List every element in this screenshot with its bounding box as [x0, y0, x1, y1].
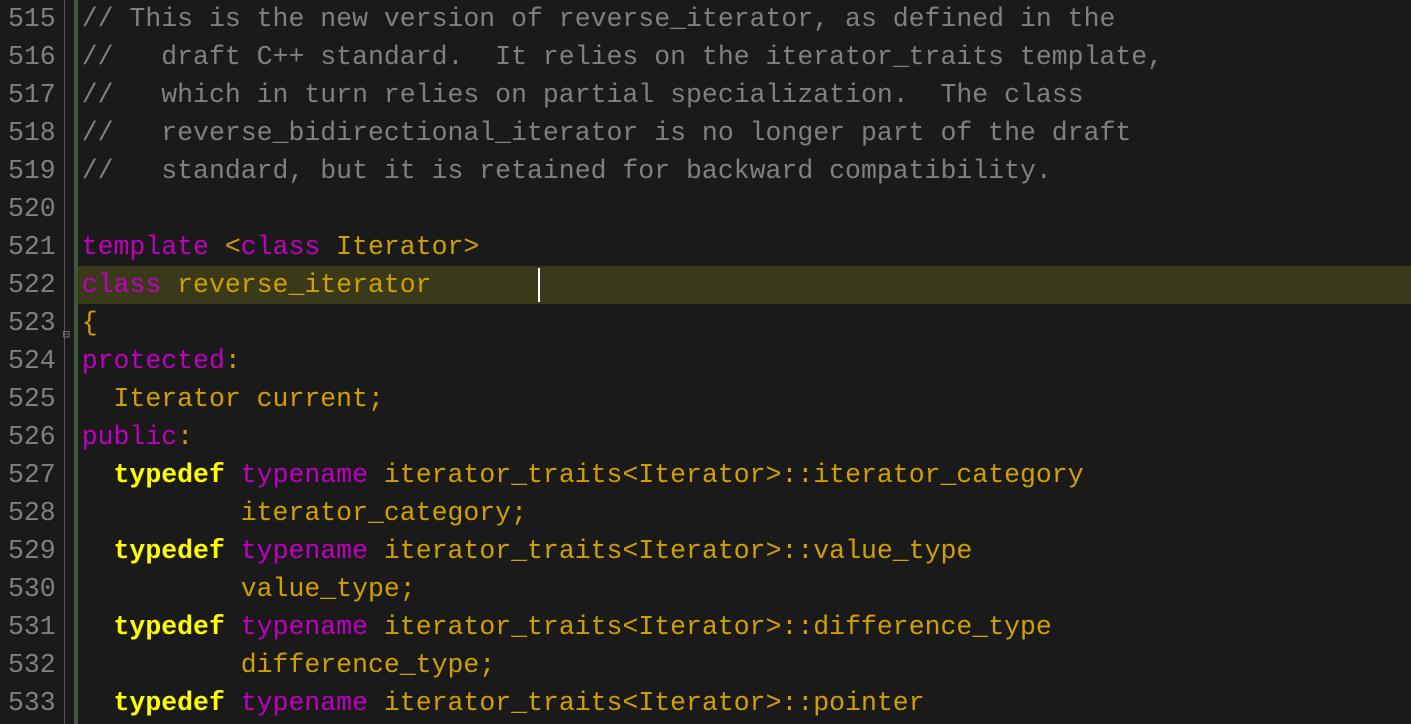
- code-token: [82, 688, 114, 718]
- line-number: 528: [8, 494, 56, 532]
- code-token: typename: [241, 460, 368, 490]
- code-token: class: [82, 270, 162, 300]
- line-number: 530: [8, 570, 56, 608]
- code-line[interactable]: typedef typename iterator_traits<Iterato…: [78, 532, 1411, 570]
- code-token: [225, 688, 241, 718]
- code-line[interactable]: Iterator current;: [78, 380, 1411, 418]
- code-token: typedef: [114, 612, 225, 642]
- code-token: difference_type;: [82, 650, 495, 680]
- code-token: public: [82, 422, 177, 452]
- code-token: iterator_traits<Iterator>::value_type: [368, 536, 972, 566]
- code-line[interactable]: class reverse_iterator: [78, 266, 1411, 304]
- code-area[interactable]: // This is the new version of reverse_it…: [78, 0, 1411, 724]
- code-token: typename: [241, 688, 368, 718]
- code-token: typedef: [114, 536, 225, 566]
- line-number: 533: [8, 684, 56, 722]
- line-number: 525: [8, 380, 56, 418]
- code-token: [225, 536, 241, 566]
- code-line[interactable]: template <class Iterator>: [78, 228, 1411, 266]
- text-caret: [538, 268, 540, 302]
- code-line[interactable]: typedef typename iterator_traits<Iterato…: [78, 456, 1411, 494]
- code-token: reverse_iterator: [161, 270, 447, 300]
- code-token: template: [82, 232, 209, 262]
- line-number: 516: [8, 38, 56, 76]
- code-token: typename: [241, 536, 368, 566]
- code-line[interactable]: // which in turn relies on partial speci…: [78, 76, 1411, 114]
- code-line[interactable]: [78, 190, 1411, 228]
- code-line[interactable]: // This is the new version of reverse_it…: [78, 0, 1411, 38]
- code-line[interactable]: // reverse_bidirectional_iterator is no …: [78, 114, 1411, 152]
- code-token: [225, 460, 241, 490]
- code-token: typedef: [114, 460, 225, 490]
- code-line[interactable]: protected:: [78, 342, 1411, 380]
- code-token: Iterator>: [320, 232, 479, 262]
- line-number: 532: [8, 646, 56, 684]
- line-number: 522: [8, 266, 56, 304]
- code-line[interactable]: {: [78, 304, 1411, 342]
- code-token: :: [225, 346, 241, 376]
- code-token: [82, 460, 114, 490]
- line-number: 520: [8, 190, 56, 228]
- code-line[interactable]: public:: [78, 418, 1411, 456]
- code-token: // which in turn relies on partial speci…: [82, 80, 1084, 110]
- code-line[interactable]: difference_type;: [78, 646, 1411, 684]
- line-number: 521: [8, 228, 56, 266]
- line-number: 526: [8, 418, 56, 456]
- code-line[interactable]: // standard, but it is retained for back…: [78, 152, 1411, 190]
- line-number: 524: [8, 342, 56, 380]
- code-token: Iterator current;: [82, 384, 384, 414]
- code-line[interactable]: value_type;: [78, 570, 1411, 608]
- line-number: 527: [8, 456, 56, 494]
- fold-toggle-icon[interactable]: ⊟: [63, 316, 77, 330]
- code-token: typename: [241, 612, 368, 642]
- code-token: class: [241, 232, 321, 262]
- fold-column[interactable]: ⊟: [64, 0, 74, 724]
- line-number: 519: [8, 152, 56, 190]
- code-token: :: [177, 422, 193, 452]
- line-number: 529: [8, 532, 56, 570]
- code-line[interactable]: iterator_category;: [78, 494, 1411, 532]
- line-number: 531: [8, 608, 56, 646]
- code-token: typedef: [114, 688, 225, 718]
- code-token: iterator_traits<Iterator>::iterator_cate…: [368, 460, 1084, 490]
- code-token: iterator_category;: [82, 498, 527, 528]
- code-token: <: [209, 232, 241, 262]
- code-token: [82, 612, 114, 642]
- line-number: 517: [8, 76, 56, 114]
- code-token: value_type;: [82, 574, 416, 604]
- code-token: // standard, but it is retained for back…: [82, 156, 1052, 186]
- code-line[interactable]: typedef typename iterator_traits<Iterato…: [78, 608, 1411, 646]
- code-token: [225, 612, 241, 642]
- code-token: iterator_traits<Iterator>::pointer: [368, 688, 925, 718]
- code-token: iterator_traits<Iterator>::difference_ty…: [368, 612, 1052, 642]
- code-token: {: [82, 308, 98, 338]
- line-number: 518: [8, 114, 56, 152]
- code-token: protected: [82, 346, 225, 376]
- code-token: [82, 536, 114, 566]
- line-number: 515: [8, 0, 56, 38]
- code-token: // This is the new version of reverse_it…: [82, 4, 1116, 34]
- line-number-gutter: 5155165175185195205215225235245255265275…: [0, 0, 64, 724]
- code-token: // draft C++ standard. It relies on the …: [82, 42, 1163, 72]
- code-editor: 5155165175185195205215225235245255265275…: [0, 0, 1411, 724]
- code-line[interactable]: // draft C++ standard. It relies on the …: [78, 38, 1411, 76]
- code-line[interactable]: typedef typename iterator_traits<Iterato…: [78, 684, 1411, 722]
- line-number: 523: [8, 304, 56, 342]
- code-token: // reverse_bidirectional_iterator is no …: [82, 118, 1132, 148]
